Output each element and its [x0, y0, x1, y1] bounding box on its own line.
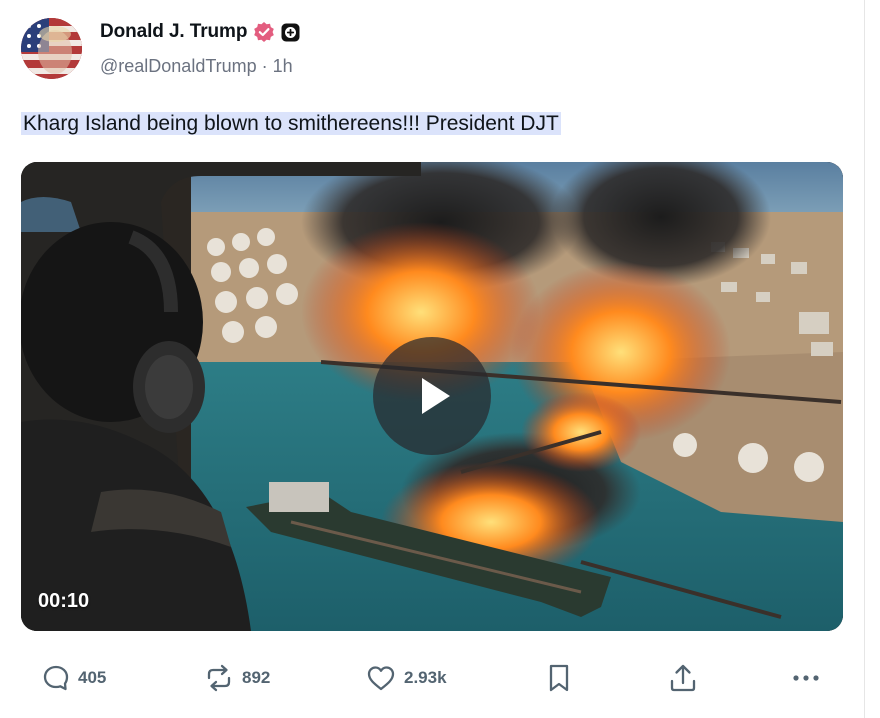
plus-badge-icon — [281, 23, 300, 42]
share-button[interactable] — [668, 658, 698, 698]
repost-icon — [207, 664, 231, 692]
heart-icon — [367, 666, 395, 691]
bookmark-button[interactable] — [546, 658, 572, 698]
like-count: 2.93k — [404, 668, 447, 687]
reply-icon — [43, 665, 69, 691]
handle-row: @realDonaldTrump · 1h — [100, 56, 293, 77]
post-text: Kharg Island being blown to smithereens!… — [21, 110, 561, 138]
author-row: Donald J. Trump — [100, 19, 300, 45]
video-duration: 00:10 — [38, 590, 90, 612]
share-icon — [670, 664, 696, 692]
action-bar: 405 892 2.93k — [0, 658, 880, 698]
video-player[interactable]: 00:10 — [21, 162, 843, 631]
post-timestamp[interactable]: 1h — [273, 56, 293, 77]
post-text-content: Kharg Island being blown to smithereens!… — [21, 112, 561, 135]
play-icon — [422, 378, 450, 414]
repost-button[interactable]: 892 — [204, 658, 270, 698]
more-icon — [793, 675, 819, 681]
repost-count: 892 — [242, 668, 271, 687]
reply-count: 405 — [78, 668, 107, 687]
author-name[interactable]: Donald J. Trump — [100, 21, 247, 43]
like-button[interactable]: 2.93k — [366, 658, 447, 698]
avatar[interactable] — [21, 18, 82, 79]
column-divider — [864, 0, 865, 718]
more-options-button[interactable] — [790, 658, 822, 698]
verified-badge-icon — [253, 21, 275, 43]
play-button[interactable] — [373, 337, 491, 455]
bookmark-icon — [549, 664, 569, 692]
separator-dot: · — [261, 56, 268, 76]
author-handle[interactable]: @realDonaldTrump — [100, 56, 257, 77]
reply-button[interactable]: 405 — [42, 658, 106, 698]
